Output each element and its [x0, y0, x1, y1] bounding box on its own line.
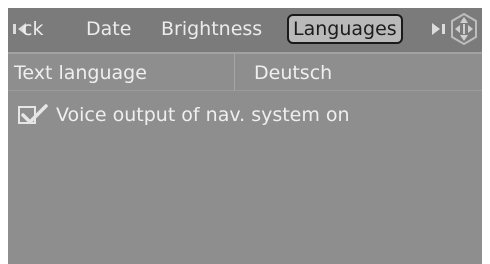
screen: ck Date Brightness Languages Text langua… — [0, 0, 490, 264]
checkmark-icon[interactable] — [18, 104, 48, 126]
row-divider — [8, 90, 482, 91]
controller-knob-icon[interactable] — [449, 12, 479, 46]
tab-brightness[interactable]: Brightness — [161, 16, 262, 42]
tab-clock[interactable]: ck — [22, 16, 43, 42]
tab-date[interactable]: Date — [86, 16, 131, 42]
text-language-label[interactable]: Text language — [14, 60, 147, 86]
tab-languages[interactable]: Languages — [287, 14, 403, 44]
tab-bar: ck Date Brightness Languages — [8, 8, 482, 54]
voice-output-label[interactable]: Voice output of nav. system on — [56, 102, 350, 128]
text-language-value[interactable]: Deutsch — [254, 60, 332, 86]
settings-panel: ck Date Brightness Languages Text langua… — [8, 8, 482, 264]
column-divider — [234, 54, 235, 90]
right-arrow-icon[interactable] — [431, 22, 445, 36]
